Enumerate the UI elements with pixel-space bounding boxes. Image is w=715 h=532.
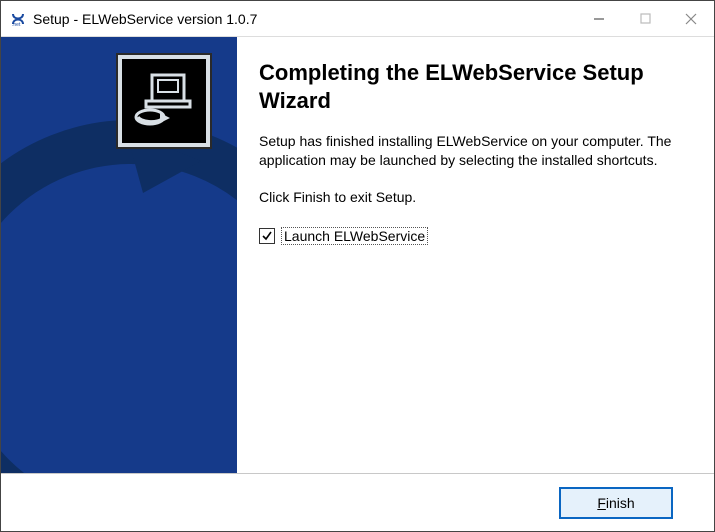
finish-text-1: Setup has finished installing ELWebServi… [259,132,690,170]
body: Completing the ELWebService Setup Wizard… [1,37,714,473]
launch-checkbox[interactable] [259,228,275,244]
svg-text:.net: .net [12,22,21,28]
minimize-button[interactable] [576,3,622,35]
window-title: Setup - ELWebService version 1.0.7 [33,11,257,27]
finish-button-text: inish [606,495,635,511]
launch-checkbox-label[interactable]: Launch ELWebService [281,227,428,245]
content-panel: Completing the ELWebService Setup Wizard… [237,37,714,473]
side-banner [1,37,237,473]
launch-checkbox-row: Launch ELWebService [259,227,690,245]
maximize-button [622,3,668,35]
title-bar: .net Setup - ELWebService version 1.0.7 [1,1,714,37]
installer-window: .net Setup - ELWebService version 1.0.7 [0,0,715,532]
finish-button[interactable]: Finish [560,488,672,518]
page-heading: Completing the ELWebService Setup Wizard [259,59,690,114]
close-button[interactable] [668,3,714,35]
finish-button-accel: F [597,495,606,511]
app-icon: .net [9,10,27,28]
installer-logo [116,53,212,149]
footer: Finish [1,473,714,531]
finish-text-2: Click Finish to exit Setup. [259,188,690,207]
